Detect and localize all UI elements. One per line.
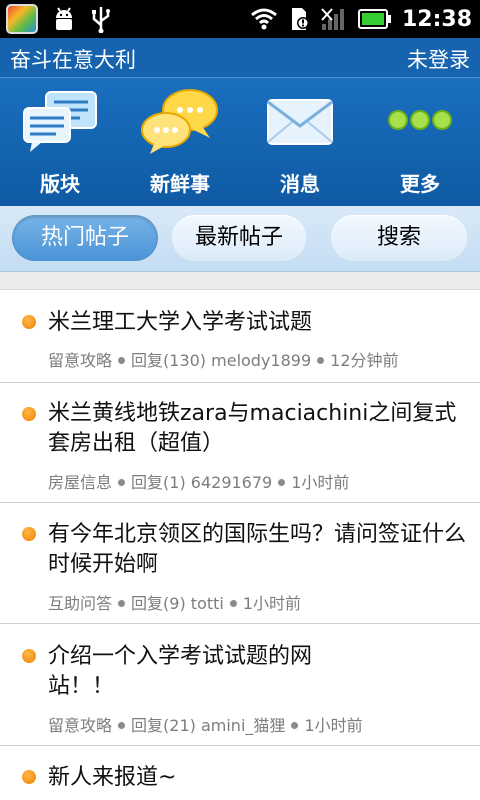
list-item[interactable]: 米兰理工大学入学考试试题 留意攻略 回复(130) melody1899 12分钟前 <box>0 290 480 383</box>
nav-item-messages[interactable]: 消息 <box>240 78 360 206</box>
post-replies: 回复(1) <box>131 473 186 492</box>
nav-item-boards[interactable]: 版块 <box>0 78 120 206</box>
post-replies: 回复(9) <box>131 594 186 613</box>
list-item[interactable]: 有今年北京领区的国际生吗？请问签证什么时候开始啊 互助问答 回复(9) totti… <box>0 503 480 624</box>
sd-card-warning-icon <box>291 8 309 30</box>
post-meta: 房屋信息 回复(1) 64291679 1小时前 <box>48 469 349 493</box>
post-time: 12分钟前 <box>330 351 399 370</box>
board-list-icon <box>23 91 97 152</box>
post-title: 介绍一个入学考试试题的网站！！ <box>48 644 313 699</box>
list-top-divider <box>0 272 480 290</box>
chat-bubbles-icon <box>141 89 218 154</box>
envelope-icon <box>267 99 333 145</box>
post-category: 留意攻略 <box>48 351 113 370</box>
bullet-icon <box>22 527 36 541</box>
post-time: 1小时前 <box>242 594 302 613</box>
post-title: 米兰黄线地铁zara与maciachini之间复式套房出租（超值） <box>48 401 457 456</box>
bullet-icon <box>22 770 36 784</box>
bullet-icon <box>22 649 36 663</box>
nav-item-more[interactable]: 更多 <box>360 78 480 206</box>
clock-time: 12:38 <box>401 6 472 32</box>
bullet-icon <box>22 315 36 329</box>
post-category: 留意攻略 <box>48 716 113 735</box>
post-time: 1小时前 <box>304 716 363 735</box>
signal-icon <box>321 8 344 30</box>
tab-latest-posts[interactable]: 最新帖子 <box>172 215 306 261</box>
login-button[interactable]: 未登录 <box>407 44 470 74</box>
app-header: 奋斗在意大利 未登录 <box>0 38 480 78</box>
wifi-icon <box>251 8 277 30</box>
post-author: amini_猫狸 <box>200 716 286 735</box>
app-badge-icon <box>6 4 38 34</box>
status-bar: 12:38 <box>0 0 480 38</box>
post-author: melody1899 <box>211 351 312 370</box>
post-time: 1小时前 <box>291 473 350 492</box>
post-category: 互助问答 <box>48 594 113 613</box>
bullet-icon <box>22 407 36 421</box>
nav-label: 版块 <box>40 172 80 196</box>
tab-search[interactable]: 搜索 <box>331 215 467 261</box>
post-replies: 回复(130) <box>131 351 207 370</box>
tab-bar: 热门帖子 最新帖子 搜索 <box>0 206 480 272</box>
main-nav: 版块 新鲜事 消息 更多 <box>0 78 480 206</box>
battery-icon <box>357 9 391 29</box>
tab-hot-posts[interactable]: 热门帖子 <box>12 215 158 261</box>
usb-icon <box>92 7 110 33</box>
nav-label: 消息 <box>280 172 320 196</box>
post-author: totti <box>190 594 224 613</box>
post-title: 新人来报道~ <box>48 765 177 790</box>
nav-label: 更多 <box>400 172 440 196</box>
nav-label: 新鲜事 <box>150 172 210 196</box>
more-dots-icon <box>388 110 452 130</box>
post-replies: 回复(21) <box>131 716 196 735</box>
list-item[interactable]: 新人来报道~ <box>0 746 480 800</box>
post-title: 有今年北京领区的国际生吗？请问签证什么时候开始啊 <box>48 522 467 577</box>
list-item[interactable]: 米兰黄线地铁zara与maciachini之间复式套房出租（超值） 房屋信息 回复… <box>0 383 480 503</box>
android-debug-icon <box>56 7 72 30</box>
post-meta: 留意攻略 回复(130) melody1899 12分钟前 <box>48 347 399 371</box>
post-meta: 留意攻略 回复(21) amini_猫狸 1小时前 <box>48 712 363 736</box>
post-author: 64291679 <box>190 473 273 492</box>
post-list[interactable]: 米兰理工大学入学考试试题 留意攻略 回复(130) melody1899 12分钟前… <box>0 272 480 800</box>
nav-item-news[interactable]: 新鲜事 <box>120 78 240 206</box>
post-meta: 互助问答 回复(9) totti 1小时前 <box>48 590 301 614</box>
app-title: 奋斗在意大利 <box>10 48 136 72</box>
list-item[interactable]: 介绍一个入学考试试题的网站！！ 留意攻略 回复(21) amini_猫狸 1小时前 <box>0 624 480 746</box>
post-category: 房屋信息 <box>48 473 113 492</box>
post-title: 米兰理工大学入学考试试题 <box>48 310 313 335</box>
